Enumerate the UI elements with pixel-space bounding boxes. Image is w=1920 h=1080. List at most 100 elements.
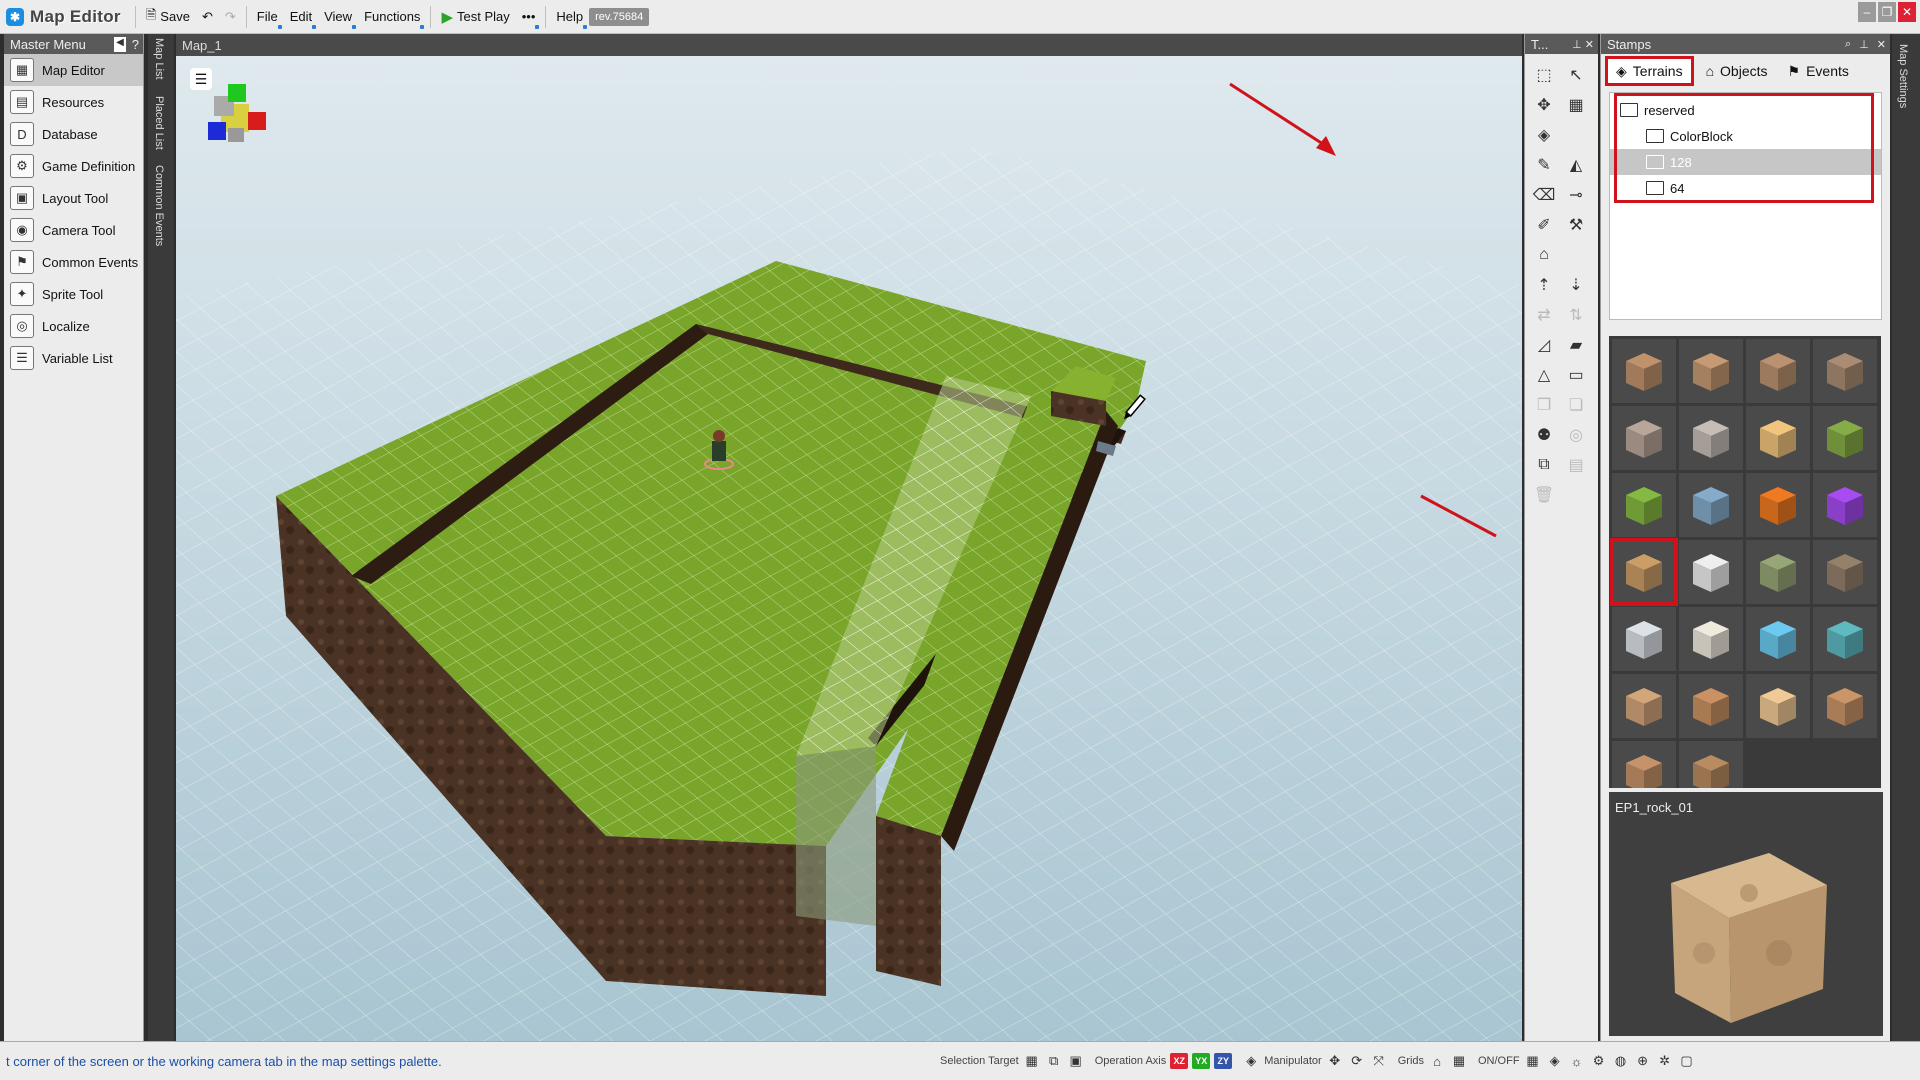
cube-tool[interactable]: ◈ <box>1529 120 1559 150</box>
scene-3d[interactable] <box>176 56 1522 1041</box>
lower-tool[interactable]: ⇣ <box>1561 270 1591 300</box>
terrain-tile[interactable] <box>1813 540 1877 604</box>
shovel-tool[interactable]: ⚒ <box>1561 210 1591 240</box>
map-viewport[interactable]: ☰ <box>176 56 1522 1041</box>
master-item-sprite-tool[interactable]: ✦ Sprite Tool <box>4 278 143 310</box>
toggle-bug-icon[interactable]: ✲ <box>1656 1052 1674 1070</box>
redo-button[interactable]: ↷ <box>219 4 242 30</box>
tab-placed-list[interactable]: Placed List <box>148 92 170 154</box>
tab-events[interactable]: ⚑ Events <box>1780 56 1857 86</box>
toggle-terrain-icon[interactable]: ◈ <box>1546 1052 1564 1070</box>
menu-help[interactable]: Help <box>550 4 589 30</box>
menu-functions[interactable]: Functions <box>358 4 426 30</box>
more-button[interactable]: ••• <box>516 4 542 30</box>
layers-icon[interactable]: ▣ <box>1067 1052 1085 1070</box>
menu-file[interactable]: File <box>251 4 284 30</box>
wall-tool[interactable]: ▰ <box>1561 330 1591 360</box>
terrain-tile[interactable] <box>1813 339 1877 403</box>
close-button[interactable]: ✕ <box>1898 2 1916 22</box>
terrain-tile[interactable] <box>1612 406 1676 470</box>
manipulator-icon[interactable]: ◈ <box>1242 1052 1260 1070</box>
move-gizmo-icon[interactable]: ✥ <box>1326 1052 1344 1070</box>
select-rect-tool[interactable]: ⬚ <box>1529 60 1559 90</box>
terrain-tile[interactable] <box>1679 473 1743 537</box>
slope-tool[interactable]: ◿ <box>1529 330 1559 360</box>
terrain-tile[interactable] <box>1813 406 1877 470</box>
house-grid-icon[interactable]: ⌂ <box>1428 1052 1446 1070</box>
toggle-gear-icon[interactable]: ⚙ <box>1590 1052 1608 1070</box>
brush-tool[interactable]: ✐ <box>1529 210 1559 240</box>
grid-toggle-icon[interactable]: ▦ <box>1450 1052 1468 1070</box>
save-button[interactable]: 🗎 Save <box>140 4 196 30</box>
scale-gizmo-icon[interactable]: ⤧ <box>1370 1052 1388 1070</box>
axis-xz-button[interactable]: XZ <box>1170 1053 1189 1069</box>
flip-h-tool[interactable]: ⇄ <box>1529 300 1559 330</box>
terrain-tile[interactable] <box>1612 674 1676 738</box>
copy-tool[interactable]: ❐ <box>1529 390 1559 420</box>
terrain-tile[interactable] <box>1612 741 1676 788</box>
tab-objects[interactable]: ⌂ Objects <box>1698 56 1776 86</box>
viewport-menu-icon[interactable]: ☰ <box>190 68 212 90</box>
master-item-map-editor[interactable]: ▦ Map Editor <box>4 54 143 86</box>
grid-select-tool[interactable]: ▦ <box>1561 90 1591 120</box>
terrain-tile[interactable] <box>1679 607 1743 671</box>
axis-zy-button[interactable]: ZY <box>1214 1053 1233 1069</box>
search-icon[interactable]: ⌕ <box>1845 38 1851 51</box>
target-tool[interactable]: ◎ <box>1561 420 1591 450</box>
select-pointer-tool[interactable]: ↖ <box>1561 60 1591 90</box>
move-tool[interactable]: ✥ <box>1529 90 1559 120</box>
duplicate-tool[interactable]: ⧉ <box>1529 450 1559 480</box>
tab-terrains[interactable]: ◈ Terrains <box>1605 56 1694 86</box>
toggle-globe-icon[interactable]: ◍ <box>1612 1052 1630 1070</box>
toggle-lock-icon[interactable]: ⊕ <box>1634 1052 1652 1070</box>
box-tool[interactable]: ▭ <box>1561 360 1591 390</box>
axis-yx-button[interactable]: YX <box>1192 1053 1211 1069</box>
terrain-tile[interactable] <box>1746 473 1810 537</box>
terrain-tile[interactable] <box>1679 339 1743 403</box>
master-item-localize[interactable]: ◎ Localize <box>4 310 143 342</box>
master-item-database[interactable]: D Database <box>4 118 143 150</box>
flip-v-tool[interactable]: ⇅ <box>1561 300 1591 330</box>
terrain-tile[interactable] <box>1746 607 1810 671</box>
pencil-tool[interactable]: ✎ <box>1529 150 1559 180</box>
paste-tool[interactable]: ❏ <box>1561 390 1591 420</box>
pin-icon[interactable]: ⊥ <box>1859 38 1869 51</box>
master-item-layout-tool[interactable]: ▣ Layout Tool <box>4 182 143 214</box>
toggle-grid-icon[interactable]: ▦ <box>1524 1052 1542 1070</box>
terrain-tile[interactable] <box>1813 674 1877 738</box>
master-item-common-events[interactable]: ⚑ Common Events <box>4 246 143 278</box>
maximize-button[interactable]: ❐ <box>1878 2 1896 22</box>
terrain-tile[interactable] <box>1813 607 1877 671</box>
terrain-tile[interactable] <box>1612 473 1676 537</box>
test-play-button[interactable]: ▶ Test Play <box>435 4 515 30</box>
raise-tool[interactable]: ⇡ <box>1529 270 1559 300</box>
master-item-camera-tool[interactable]: ◉ Camera Tool <box>4 214 143 246</box>
master-item-variable-list[interactable]: ☰ Variable List <box>4 342 143 374</box>
tab-map-settings[interactable]: Map Settings <box>1892 40 1914 112</box>
rotate-gizmo-icon[interactable]: ⟳ <box>1348 1052 1366 1070</box>
toggle-light-icon[interactable]: ☼ <box>1568 1052 1586 1070</box>
help-icon[interactable]: ? <box>132 37 139 52</box>
menu-view[interactable]: View <box>318 4 358 30</box>
eyedropper-tool[interactable]: ⊸ <box>1561 180 1591 210</box>
shapes-icon[interactable]: ⧉ <box>1045 1052 1063 1070</box>
tab-map-list[interactable]: Map List <box>148 34 170 84</box>
terrain-tile[interactable] <box>1679 540 1743 604</box>
pin-close-icons[interactable]: ⊥ ✕ <box>1572 38 1594 51</box>
house-tool[interactable]: ⌂ <box>1529 240 1559 270</box>
triangle-tool[interactable]: △ <box>1529 360 1559 390</box>
tab-common-events[interactable]: Common Events <box>148 161 170 250</box>
undo-button[interactable]: ↶ <box>196 4 219 30</box>
terrain-tile[interactable] <box>1679 741 1743 788</box>
collapse-icon[interactable]: ◀ <box>114 36 126 52</box>
terrain-tile[interactable] <box>1612 339 1676 403</box>
stamp-tool[interactable]: ⚉ <box>1529 420 1559 450</box>
terrain-tile[interactable] <box>1610 538 1678 606</box>
terrain-tile[interactable] <box>1746 540 1810 604</box>
terrain-tile[interactable] <box>1746 406 1810 470</box>
master-item-resources[interactable]: ▤ Resources <box>4 86 143 118</box>
fill-tool[interactable]: ◭ <box>1561 150 1591 180</box>
menu-edit[interactable]: Edit <box>284 4 318 30</box>
terrain-tile[interactable] <box>1746 674 1810 738</box>
terrain-tile[interactable] <box>1813 473 1877 537</box>
